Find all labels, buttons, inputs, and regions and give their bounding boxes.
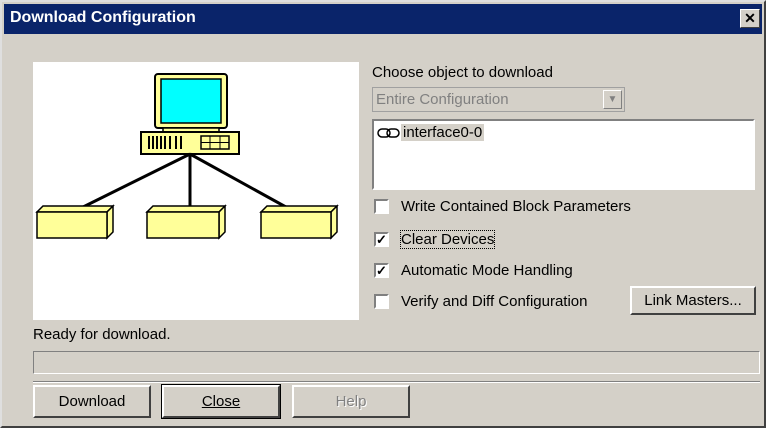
device-right-icon: [259, 204, 339, 240]
title-bar: Download Configuration ✕: [4, 4, 762, 34]
download-configuration-dialog: Download Configuration ✕ Choose object t…: [0, 0, 766, 428]
choose-object-label: Choose object to download: [372, 64, 553, 81]
clear-devices-label: Clear Devices: [399, 230, 496, 249]
download-progress-bar: [33, 351, 760, 374]
verify-diff-label: Verify and Diff Configuration: [401, 293, 588, 310]
computer-monitor-icon: [154, 73, 228, 133]
separator: [33, 381, 760, 383]
close-window-button[interactable]: ✕: [740, 9, 760, 28]
help-button[interactable]: Help: [292, 385, 410, 418]
object-listbox[interactable]: interface0-0: [372, 119, 755, 190]
device-left-icon: [35, 204, 115, 240]
controller-box-icon: [140, 131, 240, 155]
window-title: Download Configuration: [10, 9, 196, 26]
clear-devices-checkbox[interactable]: ✓: [374, 232, 389, 247]
automatic-mode-option[interactable]: ✓ Automatic Mode Handling: [374, 261, 634, 281]
verify-diff-checkbox[interactable]: [374, 294, 389, 309]
device-middle-icon: [145, 204, 227, 240]
network-diagram-graphic: [35, 73, 339, 240]
list-item[interactable]: interface0-0: [377, 124, 485, 143]
clear-devices-option[interactable]: ✓ Clear Devices: [374, 230, 574, 250]
verify-diff-option[interactable]: Verify and Diff Configuration: [374, 292, 624, 312]
write-block-params-checkbox[interactable]: [374, 199, 389, 214]
status-text: Ready for download.: [33, 326, 171, 343]
automatic-mode-checkbox[interactable]: ✓: [374, 263, 389, 278]
object-combobox[interactable]: Entire Configuration ▼: [372, 87, 625, 112]
link-masters-button[interactable]: Link Masters...: [630, 286, 756, 315]
close-icon: ✕: [744, 10, 756, 26]
download-button[interactable]: Download: [33, 385, 151, 418]
write-block-params-label: Write Contained Block Parameters: [401, 198, 631, 215]
network-link-icon: [377, 128, 400, 138]
close-button-label: Close: [201, 393, 241, 410]
network-links: [72, 152, 296, 214]
object-combobox-value: Entire Configuration: [376, 91, 509, 108]
close-button[interactable]: Close: [161, 384, 281, 419]
automatic-mode-label: Automatic Mode Handling: [401, 262, 573, 279]
chevron-down-icon[interactable]: ▼: [603, 90, 622, 109]
network-illustration: [33, 62, 359, 320]
list-item-label: interface0-0: [401, 124, 485, 141]
write-block-params-option[interactable]: Write Contained Block Parameters: [374, 197, 674, 217]
